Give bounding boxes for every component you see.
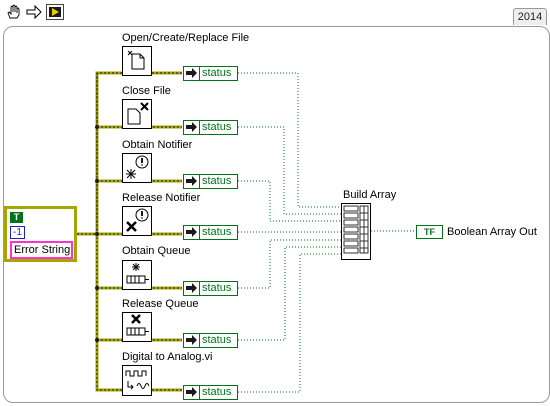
close-file-icon[interactable]	[122, 99, 152, 129]
release-queue-icon[interactable]	[122, 312, 152, 342]
status-indicator-close-file[interactable]: status	[183, 120, 238, 135]
boolean-array-out-terminal[interactable]: TF	[416, 225, 443, 239]
error-cluster-constant[interactable]: T -1 Error String	[4, 206, 77, 262]
build-array-node[interactable]	[341, 203, 371, 260]
digital-to-analog-icon[interactable]	[122, 365, 152, 396]
open-file-icon[interactable]	[122, 46, 152, 76]
node-label-close-file: Close File	[122, 85, 171, 97]
node-label-digital-to-analog: Digital to Analog.vi	[122, 351, 213, 363]
release-notifier-icon[interactable]	[122, 206, 152, 236]
node-label-obtain-queue: Obtain Queue	[122, 245, 191, 257]
status-indicator-open-file[interactable]: status	[183, 66, 238, 81]
boolean-wires	[238, 72, 416, 393]
node-label-obtain-notifier: Obtain Notifier	[122, 139, 193, 151]
string-constant[interactable]: Error String	[10, 241, 73, 259]
status-indicator-obtain-notifier[interactable]: status	[183, 174, 238, 189]
status-indicator-obtain-queue[interactable]: status	[183, 281, 238, 296]
boolean-array-out-label: Boolean Array Out	[447, 226, 537, 238]
numeric-constant[interactable]: -1	[10, 226, 25, 239]
node-label-release-queue: Release Queue	[122, 298, 199, 310]
status-indicator-release-queue[interactable]: status	[183, 333, 238, 348]
build-array-label: Build Array	[343, 189, 397, 201]
node-label-open-file: Open/Create/Replace File	[122, 32, 250, 44]
status-indicator-digital-to-analog[interactable]: status	[183, 385, 238, 400]
status-indicator-release-notifier[interactable]: status	[183, 225, 238, 240]
wires	[77, 71, 416, 393]
boolean-constant[interactable]: T	[10, 212, 23, 223]
node-label-release-notifier: Release Notifier	[122, 192, 201, 204]
obtain-queue-icon[interactable]	[122, 260, 152, 290]
obtain-notifier-icon[interactable]	[122, 153, 152, 183]
